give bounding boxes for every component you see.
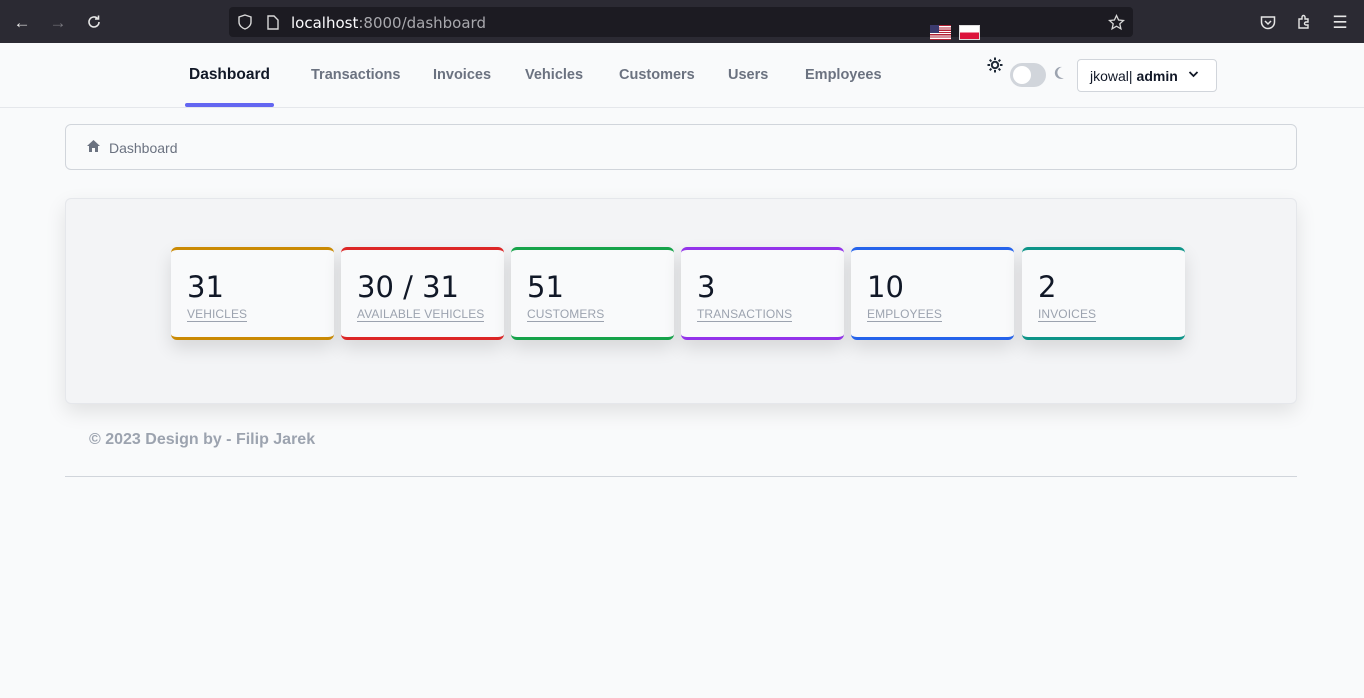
chevron-down-icon (1188, 68, 1200, 80)
shield-icon[interactable] (236, 13, 254, 31)
sun-icon (987, 57, 1003, 73)
stat-card-invoices[interactable]: 2 INVOICES (1022, 247, 1185, 340)
footer-divider (65, 476, 1297, 477)
username: jkowal (1090, 67, 1129, 84)
url-path: :8000/dashboard (358, 14, 486, 32)
breadcrumb: Dashboard (65, 124, 1297, 170)
user-menu-button[interactable]: jkowal | admin (1077, 59, 1217, 92)
stat-label: EMPLOYEES (867, 307, 942, 322)
user-separator: | (1128, 67, 1133, 84)
stats-panel: 31 VEHICLES 30 / 31 AVAILABLE VEHICLES 5… (65, 198, 1297, 404)
nav-employees[interactable]: Employees (805, 43, 882, 107)
nav-transactions[interactable]: Transactions (311, 43, 400, 107)
bookmark-star-icon[interactable] (1107, 13, 1125, 31)
back-icon[interactable]: ← (11, 11, 33, 33)
page-icon[interactable] (264, 13, 282, 31)
nav-customers[interactable]: Customers (619, 43, 695, 107)
nav-label: Customers (619, 67, 695, 83)
stat-card-employees[interactable]: 10 EMPLOYEES (851, 247, 1014, 340)
stat-card-transactions[interactable]: 3 TRANSACTIONS (681, 247, 844, 340)
stat-label: VEHICLES (187, 307, 248, 322)
us-flag-icon[interactable] (930, 25, 951, 40)
stat-label: AVAILABLE VEHICLES (357, 307, 485, 322)
url-host: localhost (291, 14, 359, 32)
nav-label: Invoices (433, 67, 492, 83)
stat-card-available-vehicles[interactable]: 30 / 31 AVAILABLE VEHICLES (341, 247, 504, 340)
reload-icon[interactable] (83, 11, 105, 33)
pl-flag-icon[interactable] (959, 25, 980, 40)
user-role: admin (1136, 67, 1178, 84)
forward-icon[interactable]: → (47, 11, 69, 33)
breadcrumb-current: Dashboard (109, 140, 178, 156)
stat-card-customers[interactable]: 51 CUSTOMERS (511, 247, 674, 340)
nav-label: Users (728, 67, 769, 83)
url-bar[interactable]: localhost:8000/dashboard (229, 7, 1133, 37)
stat-label: TRANSACTIONS (697, 307, 793, 322)
menu-icon[interactable]: ☰ (1329, 11, 1351, 33)
pocket-icon[interactable] (1257, 11, 1279, 33)
stat-value: 3 (697, 270, 716, 304)
stat-value: 30 / 31 (357, 270, 460, 304)
nav-label: Transactions (311, 67, 401, 83)
footer-credit: © 2023 Design by - Filip Jarek (89, 431, 316, 448)
stat-value: 51 (527, 270, 564, 304)
nav-label: Employees (805, 67, 882, 83)
nav-vehicles[interactable]: Vehicles (525, 43, 583, 107)
extensions-icon[interactable] (1293, 11, 1315, 33)
nav-dashboard[interactable]: Dashboard (185, 43, 274, 107)
stat-label: CUSTOMERS (527, 307, 605, 322)
moon-icon (1053, 66, 1067, 82)
nav-label: Dashboard (189, 66, 270, 83)
nav-label: Vehicles (525, 67, 584, 83)
theme-toggle[interactable] (1010, 63, 1046, 87)
stat-label: INVOICES (1038, 307, 1097, 322)
toggle-knob (1013, 66, 1031, 84)
nav-users[interactable]: Users (728, 43, 768, 107)
stat-card-vehicles[interactable]: 31 VEHICLES (171, 247, 334, 340)
active-tab-indicator (185, 103, 274, 107)
home-icon[interactable] (86, 139, 101, 154)
browser-toolbar: ← → localhost:8000/dashboard ☰ (0, 0, 1364, 43)
stat-value: 10 (867, 270, 904, 304)
stat-value: 31 (187, 270, 224, 304)
stat-value: 2 (1038, 270, 1057, 304)
nav-invoices[interactable]: Invoices (433, 43, 491, 107)
url-text[interactable]: localhost:8000/dashboard (291, 14, 486, 32)
